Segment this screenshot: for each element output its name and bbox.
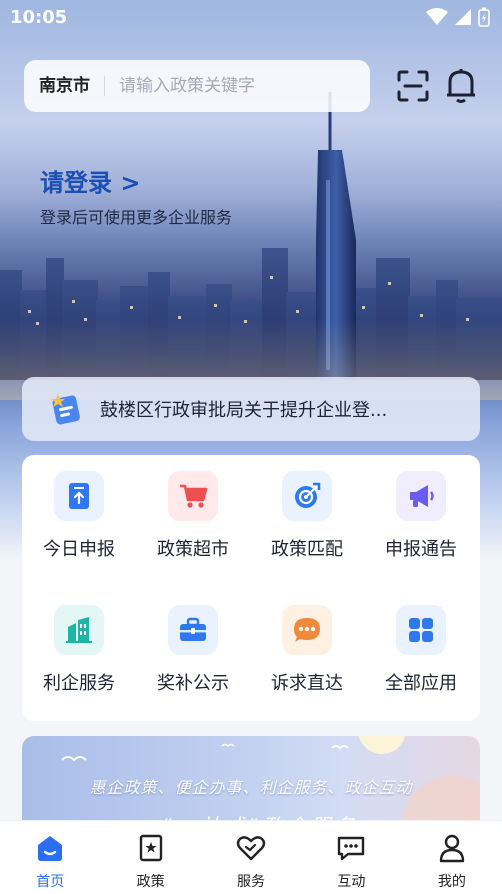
grid-item-label: 今日申报 (43, 539, 115, 560)
status-icons (426, 7, 490, 27)
grid-item-daily-declare[interactable]: 今日申报 (22, 455, 136, 565)
notice-bar[interactable]: 鼓楼区行政审批局关于提升企业登... (22, 377, 480, 441)
document-upload-icon (54, 471, 104, 521)
tab-policy[interactable]: 政策 (100, 821, 200, 894)
scan-icon[interactable] (395, 68, 431, 104)
login-link[interactable]: 请登录 > (40, 163, 140, 198)
tab-mine[interactable]: 我的 (402, 821, 502, 894)
grid-item-label: 政策超市 (157, 539, 229, 560)
grid-item-policy-match[interactable]: 政策匹配 (250, 455, 364, 565)
login-subtitle: 登录后可使用更多企业服务 (40, 208, 233, 227)
user-icon (439, 834, 465, 863)
search-input[interactable] (105, 76, 325, 96)
status-bar: 10:05 (0, 0, 502, 34)
chat-icon (338, 836, 365, 861)
heart-service-icon (236, 836, 266, 861)
bell-icon[interactable] (443, 66, 479, 104)
shopping-cart-icon (168, 471, 218, 521)
tab-label: 服务 (237, 874, 266, 890)
tab-interaction[interactable]: 互动 (301, 821, 401, 894)
apps-grid-icon (396, 605, 446, 655)
grid-item-enterprise-service[interactable]: 利企服务 (22, 589, 136, 699)
wifi-icon (426, 8, 448, 25)
tab-label: 政策 (136, 874, 165, 890)
home-icon (38, 836, 63, 861)
signal-icon (455, 9, 471, 25)
briefcase-icon (168, 605, 218, 655)
chat-bubble-icon (282, 605, 332, 655)
tab-label: 首页 (36, 874, 65, 890)
grid-item-policy-market[interactable]: 政策超市 (136, 455, 250, 565)
grid-item-label: 全部应用 (385, 673, 457, 694)
tab-label: 我的 (437, 874, 466, 890)
search-bar[interactable]: 南京市 (24, 60, 370, 112)
status-time: 10:05 (10, 7, 68, 28)
megaphone-icon (396, 471, 446, 521)
grid-item-declare-notice[interactable]: 申报通告 (364, 455, 478, 565)
bottom-navigation: 首页 政策 服务 互动 我的 (0, 820, 502, 894)
function-grid: 今日申报 政策超市 政策匹配 申报通告 利企服务 奖补公示 诉求直达 全部应用 (22, 455, 480, 721)
grid-item-award-publicity[interactable]: 奖补公示 (136, 589, 250, 699)
tab-home[interactable]: 首页 (0, 821, 100, 894)
policy-book-icon (139, 834, 162, 862)
tab-label: 互动 (337, 874, 366, 890)
city-selector[interactable]: 南京市 (24, 76, 105, 96)
grid-item-all-apps[interactable]: 全部应用 (364, 589, 478, 699)
banner-slogan: 惠企政策、便企办事、利企服务、政企互动 (89, 778, 413, 797)
notice-text: 鼓楼区行政审批局关于提升企业登... (100, 400, 388, 421)
grid-item-label: 政策匹配 (271, 539, 343, 560)
grid-item-label: 奖补公示 (157, 673, 229, 694)
grid-item-label: 利企服务 (43, 673, 115, 694)
grid-item-label: 诉求直达 (271, 673, 343, 694)
target-icon (282, 471, 332, 521)
grid-item-appeal-direct[interactable]: 诉求直达 (250, 589, 364, 699)
battery-icon (478, 7, 490, 27)
tab-service[interactable]: 服务 (201, 821, 301, 894)
notice-badge-icon (51, 394, 80, 425)
grid-item-label: 申报通告 (385, 539, 457, 560)
buildings-icon (54, 605, 104, 655)
